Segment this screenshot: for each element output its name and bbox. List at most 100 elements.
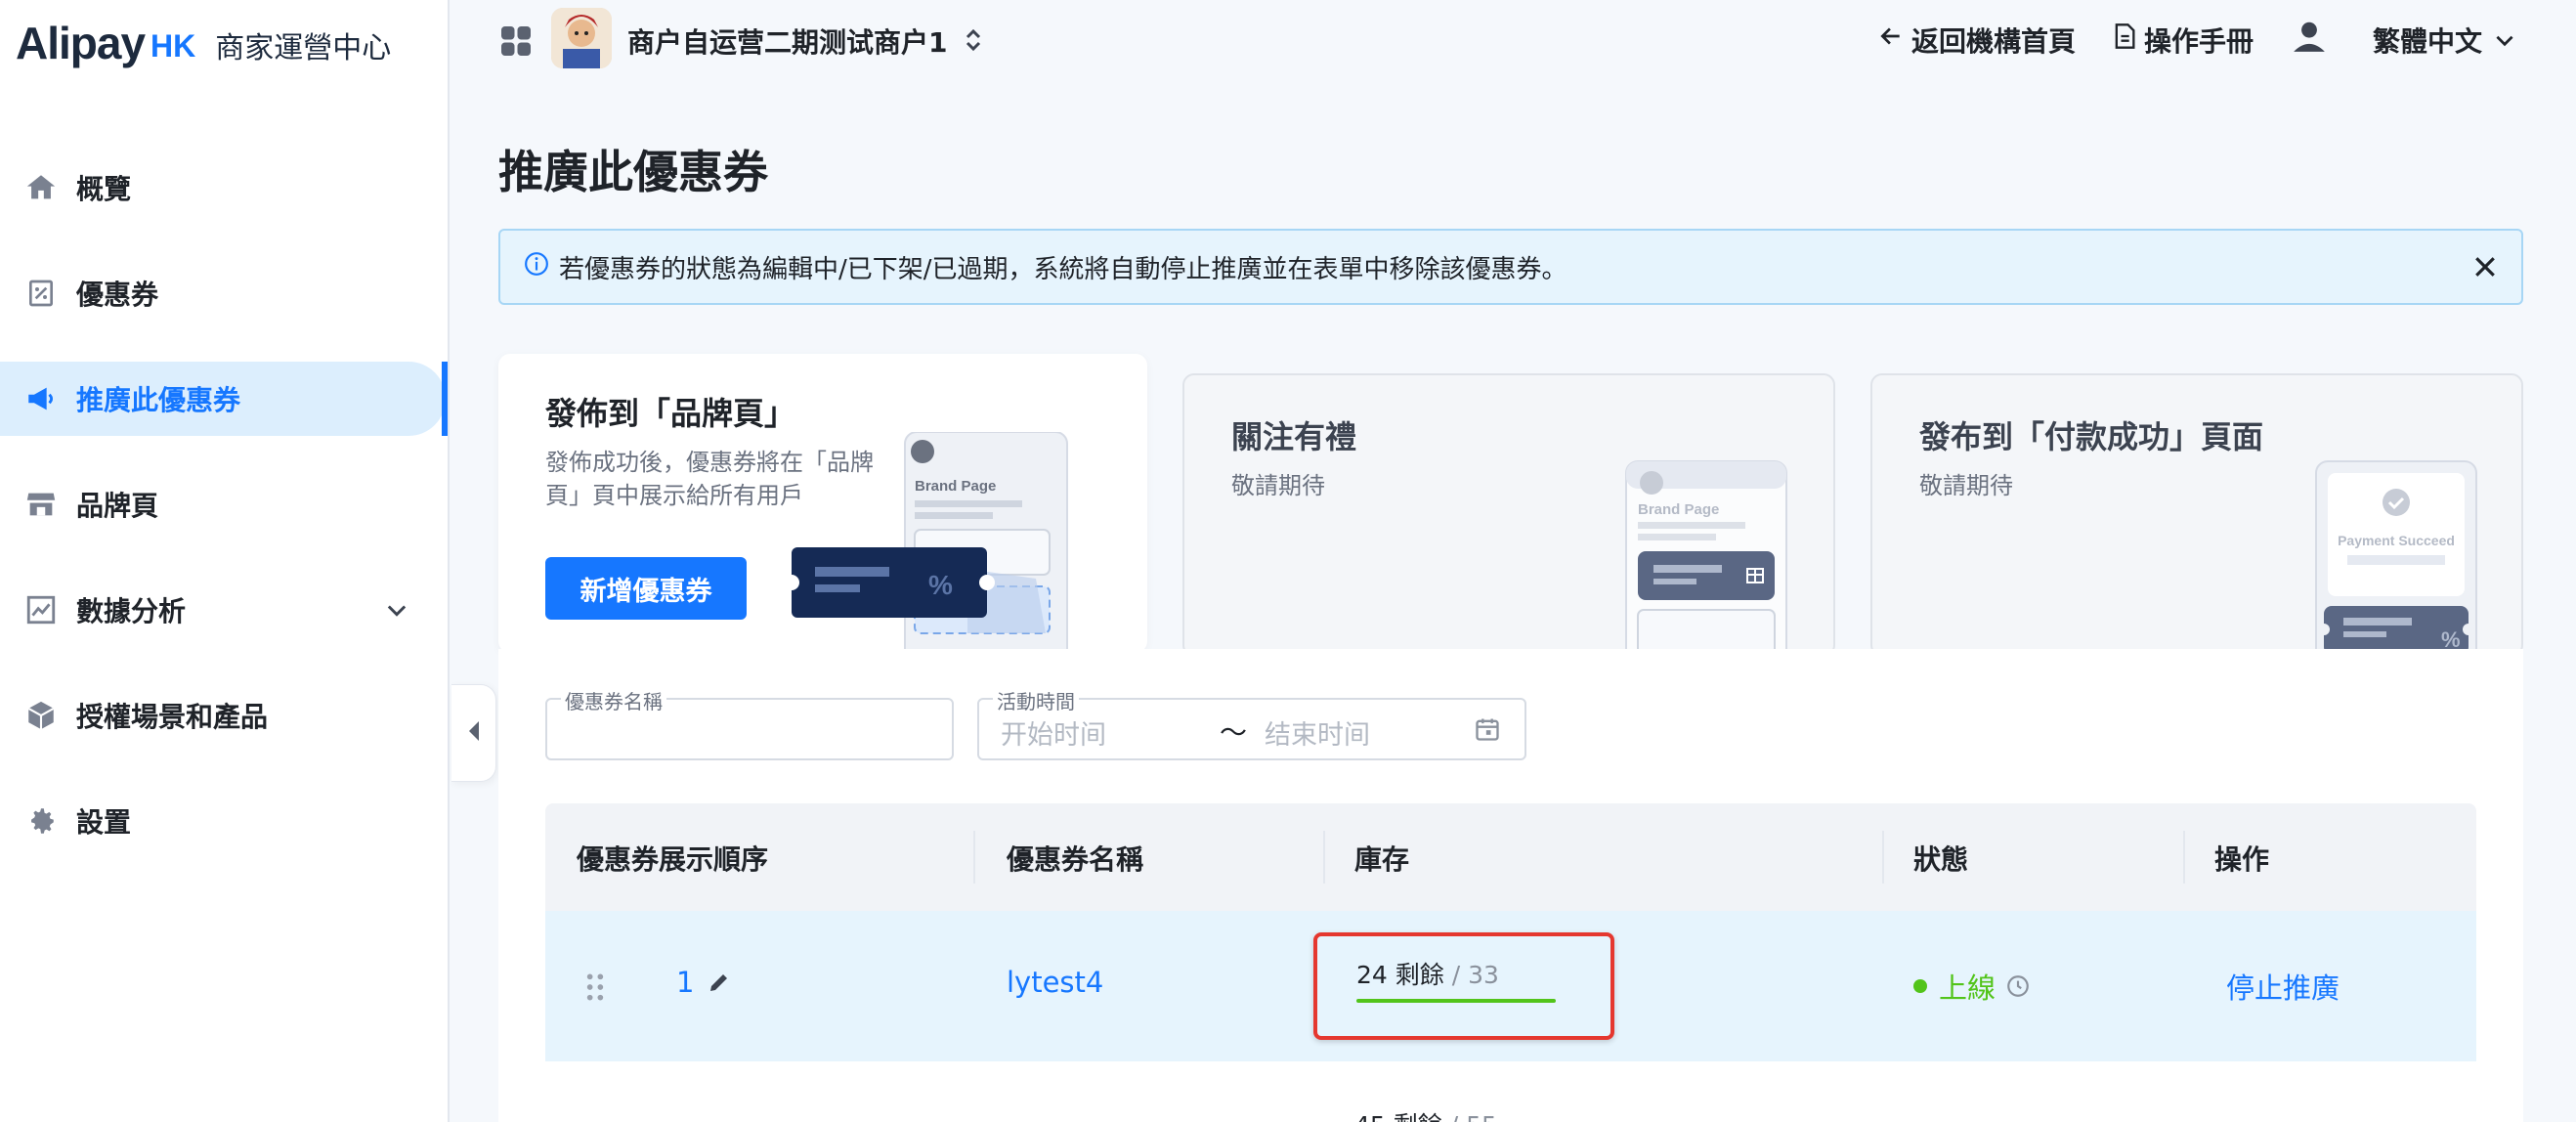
coupon-list-panel: 優惠券名稱 活動時間 开始时间 〜 结束时间 優惠券展示順序 優惠券名稱 庫存 … <box>498 649 2523 1122</box>
stock-remaining: 45 剩餘 <box>1354 1111 1442 1122</box>
display-order-number: 1 <box>676 966 695 999</box>
sidebar-item-label: 設置 <box>76 806 132 839</box>
mock-label: Brand Page <box>915 478 996 495</box>
coupon-name-field-label: 優惠券名稱 <box>561 686 666 714</box>
card-title: 關注有禮 <box>1231 418 1357 455</box>
coupon-name-field[interactable]: 優惠券名稱 <box>545 686 954 760</box>
sidebar-item-settings[interactable]: 設置 <box>0 784 448 858</box>
back-home-label: 返回機構首頁 <box>1911 24 2076 58</box>
sidebar-item-label: 數據分析 <box>76 595 187 627</box>
alert-text: 若優惠券的狀態為編輯中/已下架/已過期，系統將自動停止推廣並在表單中移除該優惠券… <box>559 254 1567 284</box>
sidebar-item-label: 授權場景和產品 <box>76 701 269 733</box>
stock-value-partial-row: 45 剩餘 / 55 <box>1354 1106 1497 1122</box>
status-label: 上線 <box>1939 971 1996 1005</box>
stock-highlight-box: 24 剩餘 / 33 <box>1313 932 1614 1040</box>
table-header: 優惠券展示順序 優惠券名稱 庫存 狀態 操作 <box>545 803 2476 911</box>
card-description: 敬請期待 <box>1919 472 2013 499</box>
user-icon <box>2291 18 2336 62</box>
card-follow-gift: 關注有禮 敬請期待 Brand Page <box>1182 373 1835 659</box>
sidebar-item-coupons[interactable]: 優惠券 <box>0 256 448 330</box>
sidebar-item-analytics[interactable]: 數據分析 <box>0 573 448 647</box>
brand-page-illustration: Brand Page % <box>792 432 1068 653</box>
mock-label: Brand Page <box>1638 501 1719 518</box>
merchant-switch-caret-icon[interactable] <box>964 25 983 59</box>
info-alert: 若優惠券的狀態為編輯中/已下架/已過期，系統將自動停止推廣並在表單中移除該優惠券… <box>498 229 2523 305</box>
sidebar-item-label: 品牌頁 <box>76 490 159 522</box>
status-dot <box>1913 979 1927 993</box>
stock-remaining: 24 剩餘 <box>1356 961 1444 989</box>
store-icon <box>23 487 59 522</box>
alipayhk-logo[interactable]: Alipay HK 商家運營中心 <box>16 14 391 72</box>
activity-time-label: 活動時間 <box>993 686 1079 714</box>
sidebar-item-brand-page[interactable]: 品牌頁 <box>0 467 448 541</box>
edit-pencil-icon[interactable] <box>694 971 731 994</box>
megaphone-icon <box>23 381 59 416</box>
chart-icon <box>23 592 59 627</box>
sidebar-item-label: 推廣此優惠券 <box>76 384 241 416</box>
card-publish-brand-page: 發佈到「品牌頁」 發佈成功後，優惠券將在「品牌頁」頁中展示給所有用戶 新增優惠券… <box>498 354 1147 653</box>
card-title: 發佈到「品牌頁」 <box>545 395 796 432</box>
column-divider <box>2183 831 2185 884</box>
back-home-link[interactable]: 返回機構首頁 <box>1878 21 2076 60</box>
sidebar-item-overview[interactable]: 概覽 <box>0 151 448 225</box>
top-bar: 商户自运营二期测试商户1 返回機構首頁 操作手冊 繁體中文 <box>451 0 2576 82</box>
chevron-down-icon[interactable] <box>383 596 410 630</box>
coupon-name-link[interactable]: lytest4 <box>1007 966 1103 999</box>
document-icon <box>2113 22 2144 57</box>
chevron-down-icon <box>2492 27 2525 53</box>
logo-center-text: 商家運營中心 <box>215 31 392 65</box>
status-badge: 上線 <box>1913 966 2031 1007</box>
mock-label: Payment Succeed <box>2338 533 2455 548</box>
sidebar-item-label: 概覽 <box>76 173 132 205</box>
box-icon <box>23 698 59 733</box>
stock-value: 24 剩餘 / 33 <box>1356 956 1499 991</box>
coupon-icon <box>23 276 59 311</box>
sidebar: Alipay HK 商家運營中心 概覽 優惠券 推廣此優惠券 品牌頁 數據分析 <box>0 0 450 1122</box>
column-divider <box>1323 831 1325 884</box>
calendar-icon[interactable] <box>1474 715 1501 747</box>
column-divider <box>973 831 975 884</box>
activity-time-range-picker[interactable]: 活動時間 开始时间 〜 结束时间 <box>977 686 1526 760</box>
manual-link[interactable]: 操作手冊 <box>2113 21 2254 60</box>
user-menu[interactable] <box>2291 18 2336 62</box>
drag-handle-icon[interactable] <box>584 971 606 1007</box>
stock-total: / 33 <box>1443 961 1499 989</box>
logo-alipay-text: Alipay <box>16 18 146 68</box>
sidebar-item-authorization[interactable]: 授權場景和產品 <box>0 678 448 753</box>
gear-icon <box>23 803 59 839</box>
start-time-input[interactable]: 开始时间 <box>1001 713 1106 752</box>
column-header-stock: 庫存 <box>1354 843 1410 876</box>
language-selector[interactable]: 繁體中文 <box>2373 21 2525 60</box>
display-order-value[interactable]: 1 <box>676 966 731 999</box>
card-title: 發布到「付款成功」頁面 <box>1919 418 2264 455</box>
stock-total: / 55 <box>1442 1111 1497 1122</box>
merchant-avatar[interactable] <box>551 8 612 68</box>
add-coupon-button[interactable]: 新增優惠券 <box>545 557 747 620</box>
column-header-display-order: 優惠券展示順序 <box>577 843 769 876</box>
clock-icon[interactable] <box>1996 973 2031 999</box>
stock-progress-bar <box>1356 999 1556 1003</box>
column-divider <box>1882 831 1884 884</box>
close-icon[interactable] <box>2470 252 2500 288</box>
info-icon <box>524 251 549 283</box>
end-time-input[interactable]: 结束时间 <box>1265 713 1370 752</box>
column-header-coupon-name: 優惠券名稱 <box>1007 843 1144 876</box>
date-separator: 〜 <box>1220 716 1248 749</box>
sidebar-item-label: 優惠券 <box>76 279 159 311</box>
follow-gift-illustration: Brand Page <box>1625 460 1787 659</box>
stop-promotion-link[interactable]: 停止推廣 <box>2226 966 2340 1007</box>
mock-symbol: % <box>928 570 953 600</box>
language-label: 繁體中文 <box>2372 24 2482 58</box>
column-header-status: 狀態 <box>1913 843 1969 876</box>
app-grid-icon[interactable] <box>498 23 534 63</box>
sidebar-item-promote-coupon[interactable]: 推廣此優惠券 <box>0 362 448 436</box>
home-icon <box>23 170 59 205</box>
arrow-left-icon <box>1878 23 1911 56</box>
card-payment-success: 發布到「付款成功」頁面 敬請期待 Payment Succeed % <box>1870 373 2523 659</box>
card-description: 敬請期待 <box>1231 472 1325 499</box>
sidebar-collapse-button[interactable] <box>451 684 496 782</box>
merchant-name[interactable]: 商户自运营二期测试商户1 <box>627 22 947 61</box>
payment-success-illustration: Payment Succeed % <box>2315 460 2477 659</box>
logo-hk-text: HK <box>150 27 196 64</box>
page-title: 推廣此優惠券 <box>498 146 768 198</box>
